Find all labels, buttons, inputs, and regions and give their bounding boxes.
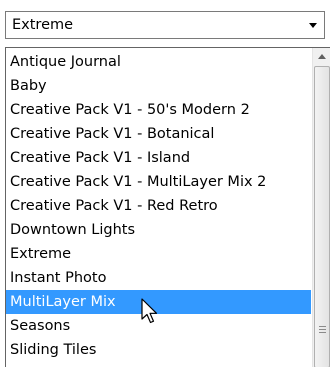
list-item[interactable]: Creative Pack V1 - Botanical [6, 122, 311, 146]
scrollbar-grip-icon [319, 326, 326, 333]
preset-combobox[interactable]: Extreme [5, 11, 325, 39]
mouse-pointer-icon [141, 298, 158, 324]
scroll-up-arrow-icon[interactable] [313, 48, 330, 66]
list-item[interactable]: Creative Pack V1 - Red Retro [6, 194, 311, 218]
list-item[interactable]: Sliding Tiles [6, 338, 311, 362]
list-item[interactable]: Instant Photo [6, 266, 311, 290]
list-item[interactable]: Creative Pack V1 - MultiLayer Mix 2 [6, 170, 311, 194]
preset-dropdown-list[interactable]: Antique Journal Baby Creative Pack V1 - 50… [5, 47, 330, 367]
list-item[interactable]: Baby [6, 74, 311, 98]
list-item[interactable]: Extreme [6, 242, 311, 266]
vertical-scrollbar[interactable] [312, 48, 330, 367]
list-item[interactable]: Creative Pack V1 - Island [6, 146, 311, 170]
list-item[interactable]: Creative Pack V1 - 50's Modern 2 [6, 98, 311, 122]
list-item[interactable]: Downtown Lights [6, 218, 311, 242]
list-item[interactable]: Antique Journal [6, 50, 311, 74]
scrollbar-thumb[interactable] [314, 66, 330, 367]
chevron-down-icon[interactable] [304, 14, 322, 36]
combobox-value: Extreme [12, 17, 74, 33]
